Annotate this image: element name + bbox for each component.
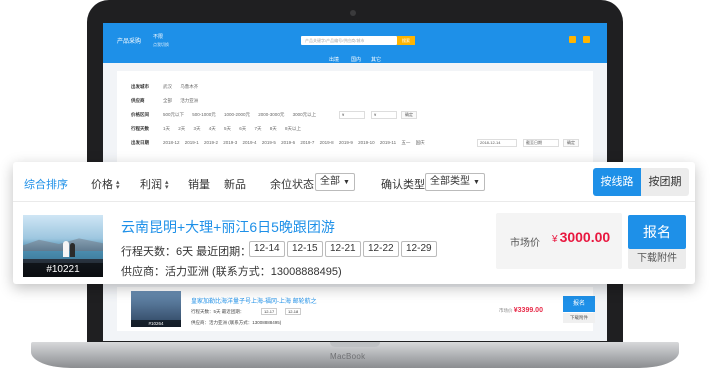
- date-chip[interactable]: 12-15: [287, 241, 323, 257]
- product-title[interactable]: 云南昆明+大理+丽江6日5晚跟团游: [121, 217, 335, 237]
- date-chip[interactable]: 12-17: [261, 308, 278, 315]
- thumbnail-person: [63, 241, 69, 257]
- product-title[interactable]: 皇家加勒比海洋量子号上海-福冈-上海 邮轮航之: [191, 296, 317, 305]
- supplier-info: 供应商：活力亚洲 (联系方式：13008888495): [191, 320, 282, 325]
- site-header: 产品采购 不限 点我切换 产品关键字/产品编号/供应商/城市 搜索 出境 国内 …: [103, 23, 607, 63]
- filter-options[interactable]: 武汉 乌鲁木齐: [163, 84, 198, 90]
- base-notch: [330, 342, 380, 347]
- price-from-input[interactable]: ¥: [339, 111, 365, 119]
- price-value: ¥3399.00: [513, 307, 543, 314]
- price-to-input[interactable]: ¥: [371, 111, 397, 119]
- confirm-type-value: 全部类型: [430, 176, 470, 187]
- seat-status-select[interactable]: 全部 ▼: [315, 173, 355, 191]
- product-thumbnail[interactable]: #10221: [23, 215, 103, 277]
- laptop-brand: MacBook: [330, 352, 366, 361]
- filter-label: 供应商: [131, 98, 145, 103]
- price-box: 市场价 ¥3000.00: [496, 213, 622, 269]
- date-from-input[interactable]: 2018-12-14: [477, 139, 517, 147]
- price-amount: 3000.00: [559, 229, 611, 245]
- trip-days: 行程天数：5天 最近团期：: [191, 309, 245, 314]
- product-code: #10264: [131, 320, 181, 327]
- sort-price-label: 价格: [91, 179, 113, 191]
- filter-options[interactable]: 全部 活力亚洲: [163, 98, 198, 104]
- user-name: 不限: [153, 34, 164, 40]
- nav-outbound[interactable]: 出境: [329, 56, 339, 63]
- filter-options[interactable]: 500元以下 500-1000元 1000-2000元 2000-3000元 3…: [163, 112, 316, 118]
- sort-profit-label: 利润: [140, 179, 162, 191]
- date-chip[interactable]: 12-18: [285, 308, 302, 315]
- filter-label: 行程天数: [131, 126, 149, 131]
- product-row: #10221 云南昆明+大理+丽江6日5晚跟团游 行程天数：6天 最近团期： 1…: [13, 203, 695, 284]
- seat-status-value: 全部: [320, 176, 340, 187]
- sort-arrows-icon: ▴ ▾: [116, 179, 120, 192]
- supplier-info: 供应商：活力亚洲 (联系方式：13008888495): [121, 266, 342, 278]
- list-item[interactable]: #10264 皇家加勒比海洋量子号上海-福冈-上海 邮轮航之 行程天数：5天 最…: [117, 287, 595, 331]
- filter-label: 价格区间: [131, 112, 149, 117]
- product-code: #10221: [23, 263, 103, 277]
- bookmark-icon[interactable]: [583, 36, 590, 43]
- sort-new[interactable]: 新品: [224, 176, 246, 192]
- confirm-type-label: 确认类型: [381, 179, 425, 191]
- filter-options[interactable]: 1天 2天 3天 4天 5天 6天 7天 8天 8天以上: [163, 126, 301, 132]
- search-input[interactable]: 产品关键字/产品编号/供应商/城市: [301, 36, 397, 45]
- confirm-type-select[interactable]: 全部类型 ▼: [425, 173, 485, 191]
- currency-symbol: ¥: [552, 234, 558, 245]
- tab-by-route[interactable]: 按线路: [593, 168, 641, 196]
- trip-days: 行程天数：6天 最近团期：: [121, 246, 252, 258]
- thumbnail-person: [70, 243, 75, 257]
- camera-icon: [350, 10, 356, 16]
- nav-other[interactable]: 其它: [371, 56, 381, 63]
- site-logo[interactable]: 产品采购: [117, 36, 141, 45]
- product-thumbnail: #10264: [131, 291, 181, 327]
- user-switch-hint: 点我切换: [153, 42, 169, 47]
- user-switch[interactable]: 不限 点我切换: [153, 34, 169, 48]
- date-confirm-button[interactable]: 确定: [563, 139, 579, 147]
- filter-panel: 出发城市 武汉 乌鲁木齐 供应商 全部 活力亚洲 价格区间 500元以下 500…: [117, 71, 593, 163]
- date-chip[interactable]: 12-22: [363, 241, 399, 257]
- sort-profit[interactable]: 利润 ▴ ▾: [140, 176, 169, 192]
- price-block: 市场价 ¥3399.00: [499, 307, 543, 314]
- sort-default[interactable]: 综合排序: [24, 176, 68, 192]
- cart-icon[interactable]: [569, 36, 576, 43]
- date-chip[interactable]: 12-14: [249, 241, 285, 257]
- download-attachment-button[interactable]: 下载附件: [628, 249, 686, 269]
- price-label: 市场价: [499, 308, 513, 313]
- download-attachment-button[interactable]: 下载附件: [563, 313, 595, 323]
- seat-status-label: 余位状态: [270, 179, 314, 191]
- sort-arrows-icon: ▴ ▾: [165, 179, 169, 192]
- date-chip[interactable]: 12-29: [401, 241, 437, 257]
- sort-bar: 综合排序 价格 ▴ ▾ 利润 ▴ ▾ 销量 新品 余位状态 全部 ▼ 确认类型 全部类型 ▼…: [13, 162, 695, 202]
- sort-sales[interactable]: 销量: [188, 176, 210, 192]
- price-confirm-button[interactable]: 确定: [401, 111, 417, 119]
- search-button[interactable]: 搜索: [397, 36, 415, 45]
- price-label: 市场价: [510, 238, 540, 249]
- tab-by-group-date[interactable]: 按团期: [641, 168, 689, 196]
- main-nav: 出境 国内 其它: [103, 53, 607, 65]
- filter-label: 出发城市: [131, 84, 149, 89]
- price-value: ¥3000.00: [552, 229, 610, 245]
- nav-domestic[interactable]: 国内: [351, 56, 361, 63]
- caret-down-icon: ▼: [343, 179, 350, 186]
- date-chip[interactable]: 12-21: [325, 241, 361, 257]
- sort-price[interactable]: 价格 ▴ ▾: [91, 176, 120, 192]
- caret-down-icon: ▼: [473, 179, 480, 186]
- book-button[interactable]: 报名: [563, 296, 595, 312]
- book-button[interactable]: 报名: [628, 215, 686, 249]
- filter-label: 出发日期: [131, 140, 149, 145]
- filter-options[interactable]: 2018-12 2019-1 2019-2 2019-3 2019-4 2019…: [163, 140, 425, 146]
- product-list-card: 综合排序 价格 ▴ ▾ 利润 ▴ ▾ 销量 新品 余位状态 全部 ▼ 确认类型 全部类型 ▼…: [13, 162, 695, 284]
- date-to-input[interactable]: 截至日期: [523, 139, 559, 147]
